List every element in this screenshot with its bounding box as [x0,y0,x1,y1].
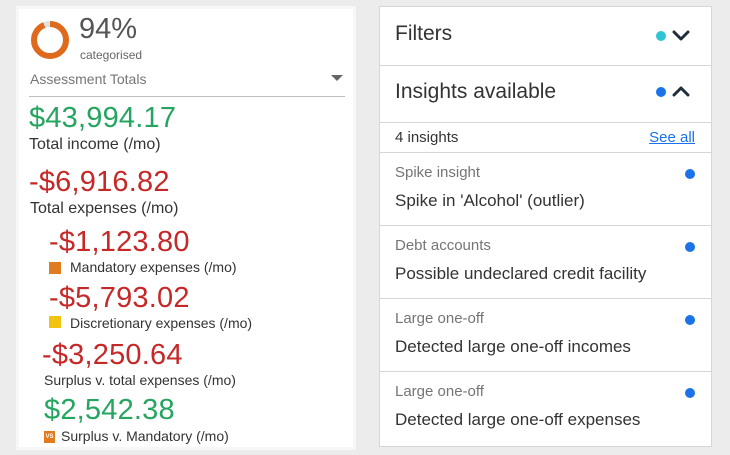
surplus-total-amount: -$3,250.64 [42,339,183,371]
insight-category: Spike insight [395,164,481,181]
insight-card[interactable]: Debt accounts Possible undeclared credit… [380,226,711,299]
surplus-mandatory-label: Surplus v. Mandatory (/mo) [61,428,229,444]
insight-title: Detected large one-off incomes [395,337,631,356]
assessment-totals-label: Assessment Totals [30,71,147,87]
insight-category: Large one-off [395,383,484,400]
categorised-percent: 94% [79,13,138,45]
progress-ring-icon [31,21,69,59]
insights-status-dot [656,87,666,97]
chevron-up-icon[interactable] [672,84,690,98]
insights-header[interactable]: Insights available [380,66,711,123]
surplus-total-label: Surplus v. total expenses (/mo) [44,372,236,388]
discretionary-expenses-amount: -$5,793.02 [49,282,190,314]
discretionary-legend-icon [49,316,61,328]
progress-ring-fill [31,21,69,59]
insights-count: 4 insights [395,129,459,146]
insight-title: Spike in 'Alcohol' (outlier) [395,191,585,210]
unread-dot-icon [685,388,695,398]
assessment-totals-dropdown[interactable]: Assessment Totals [29,71,345,97]
discretionary-expenses-label: Discretionary expenses (/mo) [70,315,253,331]
insight-category: Large one-off [395,310,484,327]
total-expenses-amount: -$6,916.82 [29,166,170,198]
categorised-label: categorised [80,48,143,62]
caret-down-icon[interactable] [331,75,343,81]
insight-card[interactable]: Large one-off Detected large one-off exp… [380,372,711,445]
insight-category: Debt accounts [395,237,491,254]
filters-title: Filters [395,22,453,45]
mandatory-legend-icon [49,262,61,274]
total-income-label: Total income (/mo) [29,136,161,153]
mandatory-expenses-amount: -$1,123.80 [49,226,190,258]
vs-icon: VS [44,431,55,443]
total-income-amount: $43,994.17 [29,102,177,134]
total-expenses-label: Total expenses (/mo) [30,200,179,217]
assessment-panel: 94% categorised Assessment Totals $43,99… [16,6,356,450]
insight-title: Possible undeclared credit facility [395,264,647,283]
filters-header[interactable]: Filters [380,7,711,66]
insight-card[interactable]: Large one-off Detected large one-off inc… [380,299,711,372]
unread-dot-icon [685,315,695,325]
mandatory-expenses-label: Mandatory expenses (/mo) [70,259,237,275]
unread-dot-icon [685,169,695,179]
insight-card[interactable]: Spike insight Spike in 'Alcohol' (outlie… [380,153,711,226]
chevron-down-icon[interactable] [672,29,690,43]
categorised-progress-ring [29,19,71,61]
surplus-mandatory-amount: $2,542.38 [44,394,175,426]
filters-status-dot [656,31,666,41]
insight-title: Detected large one-off expenses [395,410,641,429]
insights-panel: Filters Insights available 4 insights Se… [379,6,712,447]
insights-count-row: 4 insights See all [380,123,711,153]
see-all-link[interactable]: See all [649,129,695,146]
unread-dot-icon [685,242,695,252]
insights-title: Insights available [395,80,557,103]
